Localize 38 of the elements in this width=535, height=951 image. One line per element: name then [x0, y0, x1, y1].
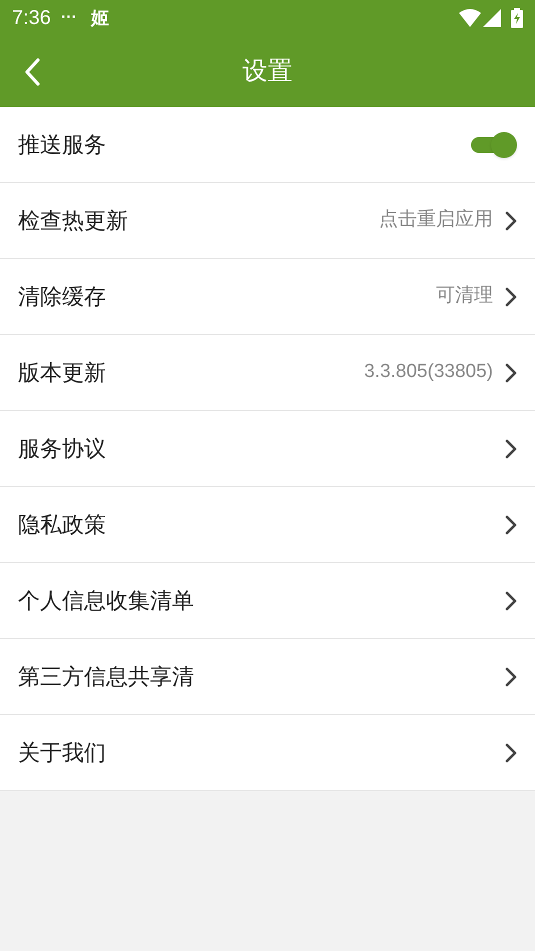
chevron-right-icon: [505, 514, 517, 534]
chevron-right-icon: [505, 362, 517, 382]
settings-row[interactable]: 推送服务: [0, 107, 535, 183]
settings-row[interactable]: 第三方信息共享清: [0, 639, 535, 715]
chevron-right-icon: [505, 210, 517, 230]
row-label: 第三方信息共享清: [18, 663, 194, 691]
row-label: 检查热更新: [18, 207, 128, 235]
settings-row[interactable]: 清除缓存 可清理: [0, 259, 535, 335]
settings-row[interactable]: 关于我们: [0, 715, 535, 791]
row-label: 推送服务: [18, 131, 106, 159]
row-label: 隐私政策: [18, 511, 106, 539]
back-icon: [24, 58, 40, 86]
battery-icon: [511, 8, 523, 28]
settings-row[interactable]: 隐私政策: [0, 487, 535, 563]
chevron-right-icon: [505, 666, 517, 686]
status-dots: ···: [60, 8, 77, 28]
wifi-icon: [459, 9, 481, 27]
chevron-right-icon: [505, 742, 517, 762]
status-time: 7:36: [12, 6, 51, 31]
settings-row[interactable]: 个人信息收集清单: [0, 563, 535, 639]
row-value: 3.3.805(33805): [364, 360, 493, 384]
row-label: 个人信息收集清单: [18, 587, 194, 615]
chevron-right-icon: [505, 438, 517, 458]
notification-glyph: 姬: [90, 6, 109, 30]
toggle-switch[interactable]: [469, 132, 517, 158]
row-label: 版本更新: [18, 359, 106, 387]
settings-row[interactable]: 服务协议: [0, 411, 535, 487]
settings-row[interactable]: 检查热更新 点击重启应用: [0, 183, 535, 259]
row-label: 服务协议: [18, 435, 106, 463]
row-value: 可清理: [436, 284, 493, 308]
chevron-right-icon: [505, 590, 517, 610]
signal-icon: [483, 9, 501, 27]
row-value: 点击重启应用: [379, 208, 493, 232]
chevron-right-icon: [505, 286, 517, 306]
row-label: 关于我们: [18, 739, 106, 767]
page-title: 设置: [242, 56, 292, 87]
row-label: 清除缓存: [18, 283, 106, 311]
settings-row[interactable]: 版本更新 3.3.805(33805): [0, 335, 535, 411]
